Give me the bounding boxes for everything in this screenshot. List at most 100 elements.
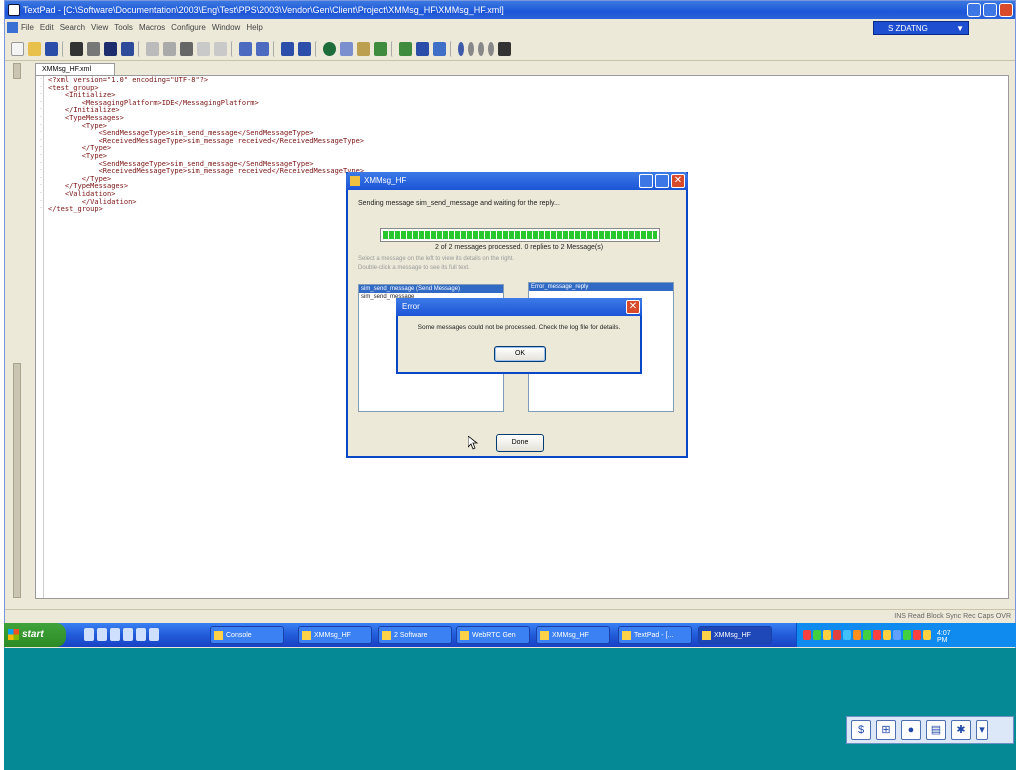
progress-message: Sending message sim_send_message and wai… <box>358 200 560 207</box>
close-button[interactable]: ✕ <box>671 174 685 188</box>
taskbar-task-button[interactable]: XMMsg_HF <box>298 626 372 644</box>
editor-tab[interactable]: XMMsg_HF.xml <box>35 63 115 75</box>
spell-check-icon[interactable] <box>104 41 117 56</box>
tile-icon[interactable] <box>433 41 446 56</box>
undo-icon[interactable] <box>197 41 210 56</box>
clock[interactable]: 4:07 PM <box>937 630 951 644</box>
bullet-icon[interactable] <box>458 41 464 56</box>
close-button[interactable] <box>999 3 1013 17</box>
progress-bar <box>380 228 660 242</box>
menu-search[interactable]: Search <box>60 19 85 36</box>
progress-dialog-title: XMMsg_HF <box>364 176 407 185</box>
tray-icon[interactable] <box>903 630 911 640</box>
copy-icon[interactable] <box>163 41 176 56</box>
sort-icon[interactable] <box>416 41 429 56</box>
word-wrap-icon[interactable] <box>281 41 294 56</box>
quick-launch-icon[interactable] <box>110 628 120 641</box>
keyboard-icon[interactable]: ⊞ <box>876 720 896 740</box>
tray-icon[interactable] <box>843 630 851 640</box>
tray-icon[interactable] <box>883 630 891 640</box>
toolbar-separator <box>391 40 395 57</box>
tray-icon[interactable] <box>813 630 821 640</box>
tray-icon[interactable] <box>873 630 881 640</box>
file-tab-marker[interactable] <box>13 63 21 79</box>
taskbar-task-button[interactable]: WebRTC Gen <box>456 626 530 644</box>
options-arrow-icon[interactable]: ▾ <box>976 720 988 740</box>
paste-icon[interactable] <box>180 41 193 56</box>
record-macro-icon[interactable] <box>374 41 387 56</box>
minimize-button[interactable] <box>639 174 653 188</box>
compare-icon[interactable] <box>399 41 412 56</box>
maximize-button[interactable] <box>983 3 997 17</box>
outdent-icon[interactable] <box>256 41 269 56</box>
tray-icon[interactable] <box>893 630 901 640</box>
progress-dialog-title-bar[interactable]: XMMsg_HF ✕ <box>346 172 688 190</box>
config-dropdown[interactable]: S ZDATNG ▼ <box>873 21 969 35</box>
error-message: Some messages could not be processed. Ch… <box>417 324 621 331</box>
redo-icon[interactable] <box>214 41 227 56</box>
web-browser-icon[interactable] <box>323 41 336 56</box>
tray-icon[interactable] <box>803 630 811 640</box>
cut-icon[interactable] <box>146 41 159 56</box>
window-icon <box>382 631 391 640</box>
open-folder-icon[interactable] <box>28 41 41 56</box>
tray-icon[interactable] <box>823 630 831 640</box>
code-line[interactable]: </test_group> <box>48 205 364 214</box>
tray-icon[interactable] <box>913 630 921 640</box>
tray-icon[interactable] <box>863 630 871 640</box>
window-title-bar[interactable]: TextPad - [C:\Software\Documentation\200… <box>5 1 1015 19</box>
menu-bar: File Edit Search View Tools Macros Confi… <box>5 19 1015 36</box>
speech-icon[interactable]: $ <box>851 720 871 740</box>
quick-launch-icon[interactable] <box>149 628 159 641</box>
list-item[interactable]: sim_send_message (Send Message) <box>359 285 503 293</box>
quick-launch-icon[interactable] <box>84 628 94 641</box>
help-icon[interactable]: ✱ <box>951 720 971 740</box>
bullet-icon[interactable] <box>468 41 474 56</box>
tool-icon[interactable] <box>340 41 353 56</box>
taskbar-task-label: WebRTC Gen <box>472 632 516 639</box>
close-button[interactable]: ✕ <box>626 300 640 314</box>
error-dialog-title-bar[interactable]: Error ✕ <box>396 298 642 316</box>
quick-launch-icon[interactable] <box>136 628 146 641</box>
taskbar-task-button[interactable]: 2 Software <box>378 626 452 644</box>
minimize-button[interactable] <box>967 3 981 17</box>
maximize-button[interactable] <box>655 174 669 188</box>
show-whitespace-icon[interactable] <box>298 41 311 56</box>
quick-launch-icon[interactable] <box>97 628 107 641</box>
bullet-icon[interactable] <box>488 41 494 56</box>
print-preview-icon[interactable] <box>87 41 100 56</box>
done-button[interactable]: Done <box>496 434 544 452</box>
print-icon[interactable] <box>70 41 83 56</box>
tray-icon[interactable] <box>923 630 931 640</box>
taskbar-task-button[interactable]: Console <box>210 626 284 644</box>
menu-edit[interactable]: Edit <box>40 19 54 36</box>
handwriting-icon[interactable]: ● <box>901 720 921 740</box>
menu-view[interactable]: View <box>91 19 108 36</box>
new-file-icon[interactable] <box>11 41 24 56</box>
menu-window[interactable]: Window <box>212 19 240 36</box>
taskbar-task-button[interactable]: TextPad - [... <box>618 626 692 644</box>
menu-macros[interactable]: Macros <box>139 19 165 36</box>
taskbar-task-button[interactable]: XMMsg_HF <box>536 626 610 644</box>
menu-file[interactable]: File <box>21 19 34 36</box>
taskbar-task-button[interactable]: XMMsg_HF <box>698 626 772 644</box>
find-icon[interactable] <box>121 41 134 56</box>
indent-icon[interactable] <box>239 41 252 56</box>
menu-configure[interactable]: Configure <box>171 19 206 36</box>
ok-button[interactable]: OK <box>494 346 546 362</box>
start-button[interactable]: start <box>4 623 66 647</box>
help-icon[interactable] <box>498 41 511 56</box>
bullet-icon[interactable] <box>478 41 484 56</box>
save-icon[interactable] <box>45 41 58 56</box>
tray-icon[interactable] <box>833 630 841 640</box>
macro-icon[interactable] <box>357 41 370 56</box>
menu-tools[interactable]: Tools <box>114 19 133 36</box>
quick-launch-icon[interactable] <box>123 628 133 641</box>
document-selector-tab[interactable] <box>13 363 21 598</box>
code-content[interactable]: <?xml version="1.0" encoding="UTF-8"?> <t… <box>48 76 364 214</box>
tray-icon[interactable] <box>853 630 861 640</box>
list-item[interactable]: Error_message_reply <box>529 283 673 291</box>
tools-icon[interactable]: ▤ <box>926 720 946 740</box>
menu-help[interactable]: Help <box>246 19 262 36</box>
window-title: TextPad - [C:\Software\Documentation\200… <box>23 5 504 15</box>
